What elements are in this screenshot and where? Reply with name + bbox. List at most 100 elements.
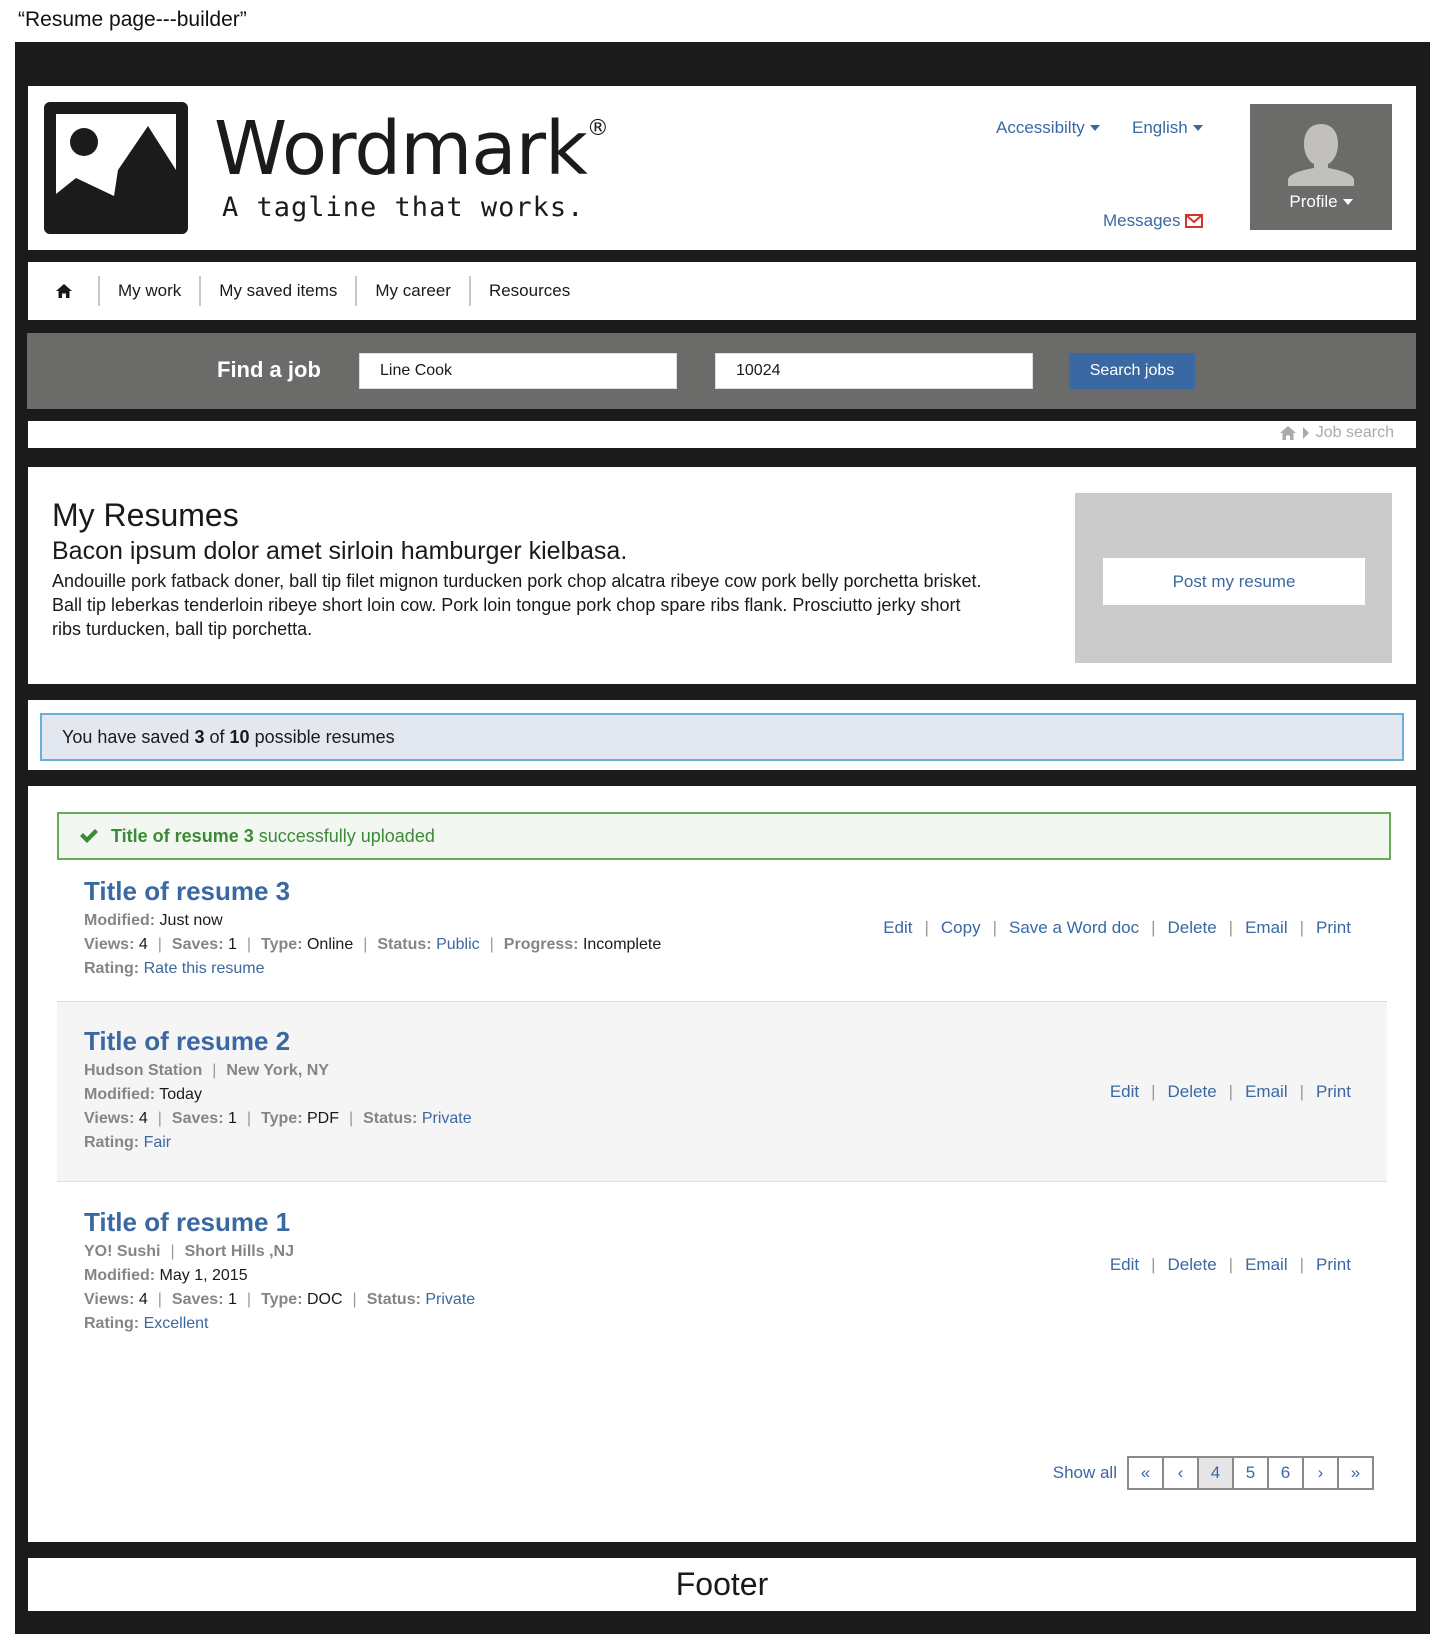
status-label: Status: bbox=[366, 1291, 421, 1308]
status-link[interactable]: Private bbox=[425, 1291, 475, 1308]
post-my-resume-button[interactable]: Post my resume bbox=[1103, 558, 1365, 605]
rating-link[interactable]: Fair bbox=[144, 1134, 172, 1151]
saves-value: 1 bbox=[227, 1291, 237, 1308]
page-subtitle: Bacon ipsum dolor amet sirloin hamburger… bbox=[52, 537, 628, 565]
email-link[interactable]: Email bbox=[1245, 918, 1288, 938]
progress-label: Progress: bbox=[503, 936, 579, 953]
page-button-current[interactable]: 4 bbox=[1197, 1456, 1234, 1490]
separator: | bbox=[1299, 1082, 1305, 1101]
status-label: Status: bbox=[363, 1110, 418, 1127]
type-label: Type: bbox=[261, 936, 303, 953]
copy-link[interactable]: Copy bbox=[941, 918, 981, 938]
pagination: Show all « ‹ 4 5 6 › » bbox=[1053, 1456, 1374, 1490]
resume-title-link[interactable]: Title of resume 2 bbox=[84, 1026, 290, 1057]
show-all-link[interactable]: Show all bbox=[1053, 1463, 1117, 1483]
employer-name: Hudson Station bbox=[84, 1062, 203, 1079]
separator: | bbox=[348, 1110, 354, 1127]
delete-link[interactable]: Delete bbox=[1168, 918, 1217, 938]
resume-title-link[interactable]: Title of resume 3 bbox=[84, 876, 290, 907]
page-title: My Resumes bbox=[52, 497, 239, 533]
views-label: Views: bbox=[84, 1110, 135, 1127]
home-icon[interactable] bbox=[1279, 426, 1296, 440]
page-button[interactable]: 6 bbox=[1267, 1456, 1304, 1490]
registered-mark: ® bbox=[586, 116, 609, 141]
search-jobs-button[interactable]: Search jobs bbox=[1069, 353, 1195, 389]
profile-menu[interactable]: Profile bbox=[1250, 104, 1392, 230]
saved-count-section: You have saved 3 of 10 possible resumes bbox=[28, 700, 1416, 770]
logo[interactable] bbox=[44, 102, 188, 234]
views-value: 4 bbox=[138, 1110, 148, 1127]
saved-of: of bbox=[209, 726, 225, 747]
save-word-doc-link[interactable]: Save a Word doc bbox=[1009, 918, 1139, 938]
separator: | bbox=[1151, 1082, 1156, 1101]
last-page-button[interactable]: » bbox=[1337, 1456, 1374, 1490]
edit-link[interactable]: Edit bbox=[883, 918, 912, 938]
caret-down-icon bbox=[1192, 125, 1203, 131]
type-value: Online bbox=[306, 936, 354, 953]
language-dropdown[interactable]: English bbox=[1132, 118, 1203, 138]
nav-my-career[interactable]: My career bbox=[355, 276, 469, 306]
first-page-button[interactable]: « bbox=[1127, 1456, 1164, 1490]
email-link[interactable]: Email bbox=[1245, 1255, 1288, 1275]
rating-link[interactable]: Excellent bbox=[144, 1315, 209, 1332]
saves-label: Saves: bbox=[171, 1291, 224, 1308]
delete-link[interactable]: Delete bbox=[1168, 1082, 1217, 1102]
next-page-button[interactable]: › bbox=[1302, 1456, 1339, 1490]
separator: | bbox=[1299, 918, 1305, 937]
site-header: Wordmark® A tagline that works. Accessib… bbox=[28, 86, 1416, 250]
breadcrumb: Job search bbox=[1279, 424, 1394, 442]
saved-prefix: You have saved bbox=[62, 726, 190, 747]
delete-link[interactable]: Delete bbox=[1168, 1255, 1217, 1275]
prev-page-button[interactable]: ‹ bbox=[1162, 1456, 1199, 1490]
saves-value: 1 bbox=[227, 936, 237, 953]
edit-link[interactable]: Edit bbox=[1110, 1082, 1139, 1102]
resume-modified: Modified: Just now bbox=[84, 912, 223, 930]
views-value: 4 bbox=[138, 936, 148, 953]
email-link[interactable]: Email bbox=[1245, 1082, 1288, 1102]
resume-title-link[interactable]: Title of resume 1 bbox=[84, 1207, 290, 1238]
status-label: Status: bbox=[377, 936, 432, 953]
employer-name: YO! Sushi bbox=[84, 1243, 161, 1260]
separator: | bbox=[246, 1110, 252, 1127]
views-label: Views: bbox=[84, 936, 135, 953]
edit-link[interactable]: Edit bbox=[1110, 1255, 1139, 1275]
breadcrumb-current: Job search bbox=[1315, 424, 1394, 441]
resume-item: Title of resume 1 YO! Sushi | Short Hills … bbox=[57, 1183, 1387, 1353]
separator: | bbox=[1151, 918, 1156, 937]
status-link[interactable]: Public bbox=[436, 936, 480, 953]
nav-my-work[interactable]: My work bbox=[98, 276, 199, 306]
separator: | bbox=[1228, 1082, 1234, 1101]
resume-item: Title of resume 2 Hudson Station | New Yor… bbox=[57, 1001, 1387, 1182]
job-title-input[interactable] bbox=[359, 353, 677, 389]
saves-label: Saves: bbox=[171, 936, 224, 953]
footer: Footer bbox=[28, 1558, 1416, 1611]
separator: | bbox=[157, 1291, 162, 1308]
rate-resume-link[interactable]: Rate this resume bbox=[144, 960, 265, 977]
nav-home[interactable] bbox=[56, 276, 98, 306]
saved-count: 3 bbox=[194, 726, 205, 747]
messages-label: Messages bbox=[1103, 211, 1181, 230]
print-link[interactable]: Print bbox=[1316, 1255, 1351, 1275]
views-label: Views: bbox=[84, 1291, 135, 1308]
print-link[interactable]: Print bbox=[1316, 918, 1351, 938]
resume-stats: Views: 4 | Saves: 1 | Type: DOC | Status: Priv… bbox=[84, 1291, 475, 1309]
accessibility-dropdown[interactable]: Accessibilty bbox=[996, 118, 1100, 138]
saved-suffix: possible resumes bbox=[254, 726, 395, 747]
separator: | bbox=[246, 1291, 252, 1308]
messages-link[interactable]: Messages bbox=[1103, 211, 1204, 231]
caret-down-icon bbox=[1089, 125, 1100, 131]
separator: | bbox=[170, 1243, 175, 1260]
zip-code-input[interactable] bbox=[715, 353, 1033, 389]
nav-resources[interactable]: Resources bbox=[468, 276, 588, 306]
nav-my-saved-items[interactable]: My saved items bbox=[199, 276, 355, 306]
saves-label: Saves: bbox=[171, 1110, 224, 1127]
print-link[interactable]: Print bbox=[1316, 1082, 1351, 1102]
resume-modified: Modified: May 1, 2015 bbox=[84, 1267, 248, 1285]
separator: | bbox=[157, 1110, 162, 1127]
rating-label: Rating: bbox=[84, 1315, 140, 1332]
separator: | bbox=[212, 1062, 217, 1079]
page-button[interactable]: 5 bbox=[1232, 1456, 1269, 1490]
status-link[interactable]: Private bbox=[422, 1110, 472, 1127]
saves-value: 1 bbox=[227, 1110, 237, 1127]
type-value: PDF bbox=[306, 1110, 339, 1127]
